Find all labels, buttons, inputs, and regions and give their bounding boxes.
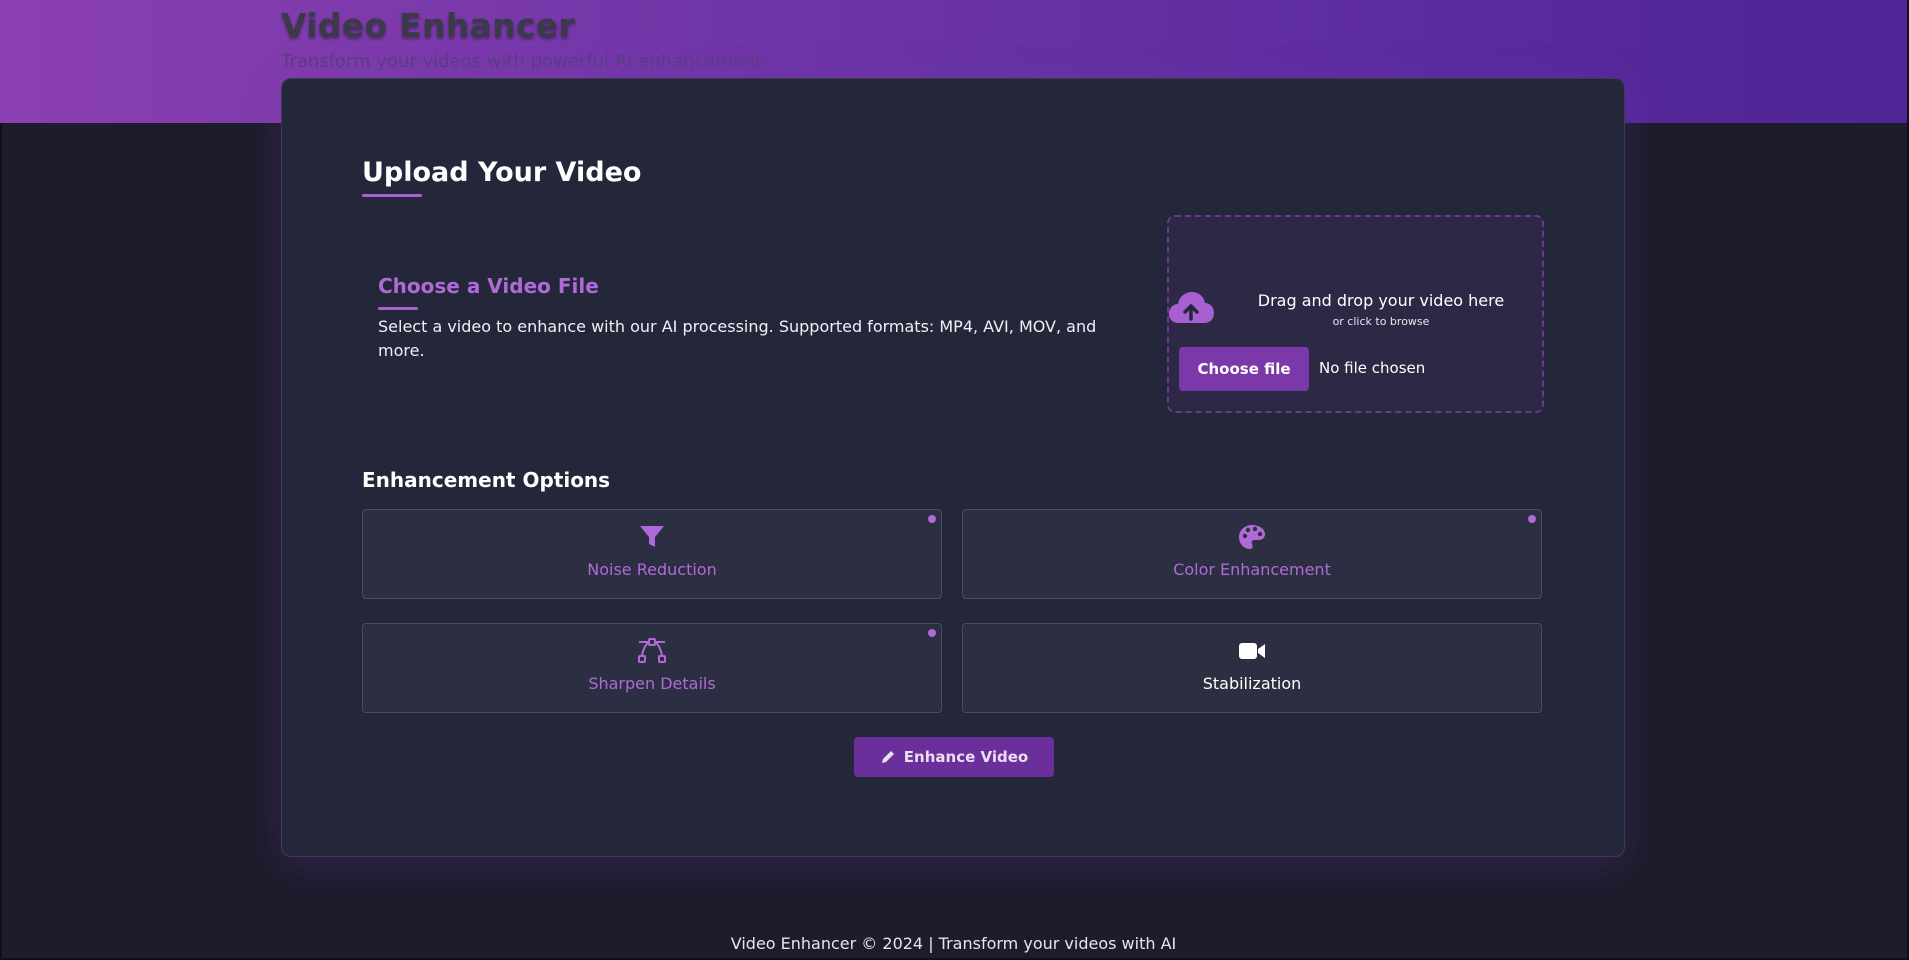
option-sharpen-details[interactable]: Sharpen Details (362, 623, 942, 713)
choose-file-button[interactable]: Choose file (1179, 347, 1309, 391)
option-stabilization[interactable]: Stabilization (962, 623, 1542, 713)
upload-card: Upload Your Video Choose a Video File Se… (281, 78, 1625, 857)
app-subtitle: Transform your videos with powerful AI e… (281, 51, 763, 72)
bezier-curve-icon (638, 638, 666, 663)
pencil-icon (881, 751, 894, 763)
option-label: Sharpen Details (588, 674, 716, 693)
dropzone-title: Drag and drop your video here (1257, 291, 1505, 310)
video-camera-icon (1239, 643, 1265, 659)
choose-file-heading: Choose a Video File (378, 274, 599, 298)
cloud-upload-icon (1168, 292, 1214, 323)
dropzone-subtitle: or click to browse (1332, 315, 1430, 328)
option-color-enhancement[interactable]: Color Enhancement (962, 509, 1542, 599)
file-status-text: No file chosen (1319, 359, 1426, 377)
enhance-video-label: Enhance Video (903, 748, 1029, 766)
enhancement-options-heading: Enhancement Options (362, 468, 611, 492)
enhance-video-button[interactable]: Enhance Video (854, 737, 1054, 777)
option-label: Noise Reduction (587, 560, 717, 579)
option-label: Stabilization (1202, 674, 1302, 693)
choose-file-description: Select a video to enhance with our AI pr… (378, 317, 1097, 360)
option-noise-reduction[interactable]: Noise Reduction (362, 509, 942, 599)
palette-icon (1239, 525, 1265, 549)
section-title-underline (362, 194, 422, 197)
selected-indicator (928, 629, 936, 637)
option-label: Color Enhancement (1173, 560, 1331, 579)
selected-indicator (928, 515, 936, 523)
section-title: Upload Your Video (362, 157, 642, 188)
app-title: Video Enhancer (281, 6, 576, 45)
file-dropzone[interactable]: Drag and drop your video here or click t… (1167, 215, 1544, 413)
selected-indicator (1528, 515, 1536, 523)
filter-icon (640, 526, 664, 547)
choose-file-underline (378, 307, 418, 310)
footer-text: Video Enhancer © 2024 | Transform your v… (730, 934, 1177, 953)
